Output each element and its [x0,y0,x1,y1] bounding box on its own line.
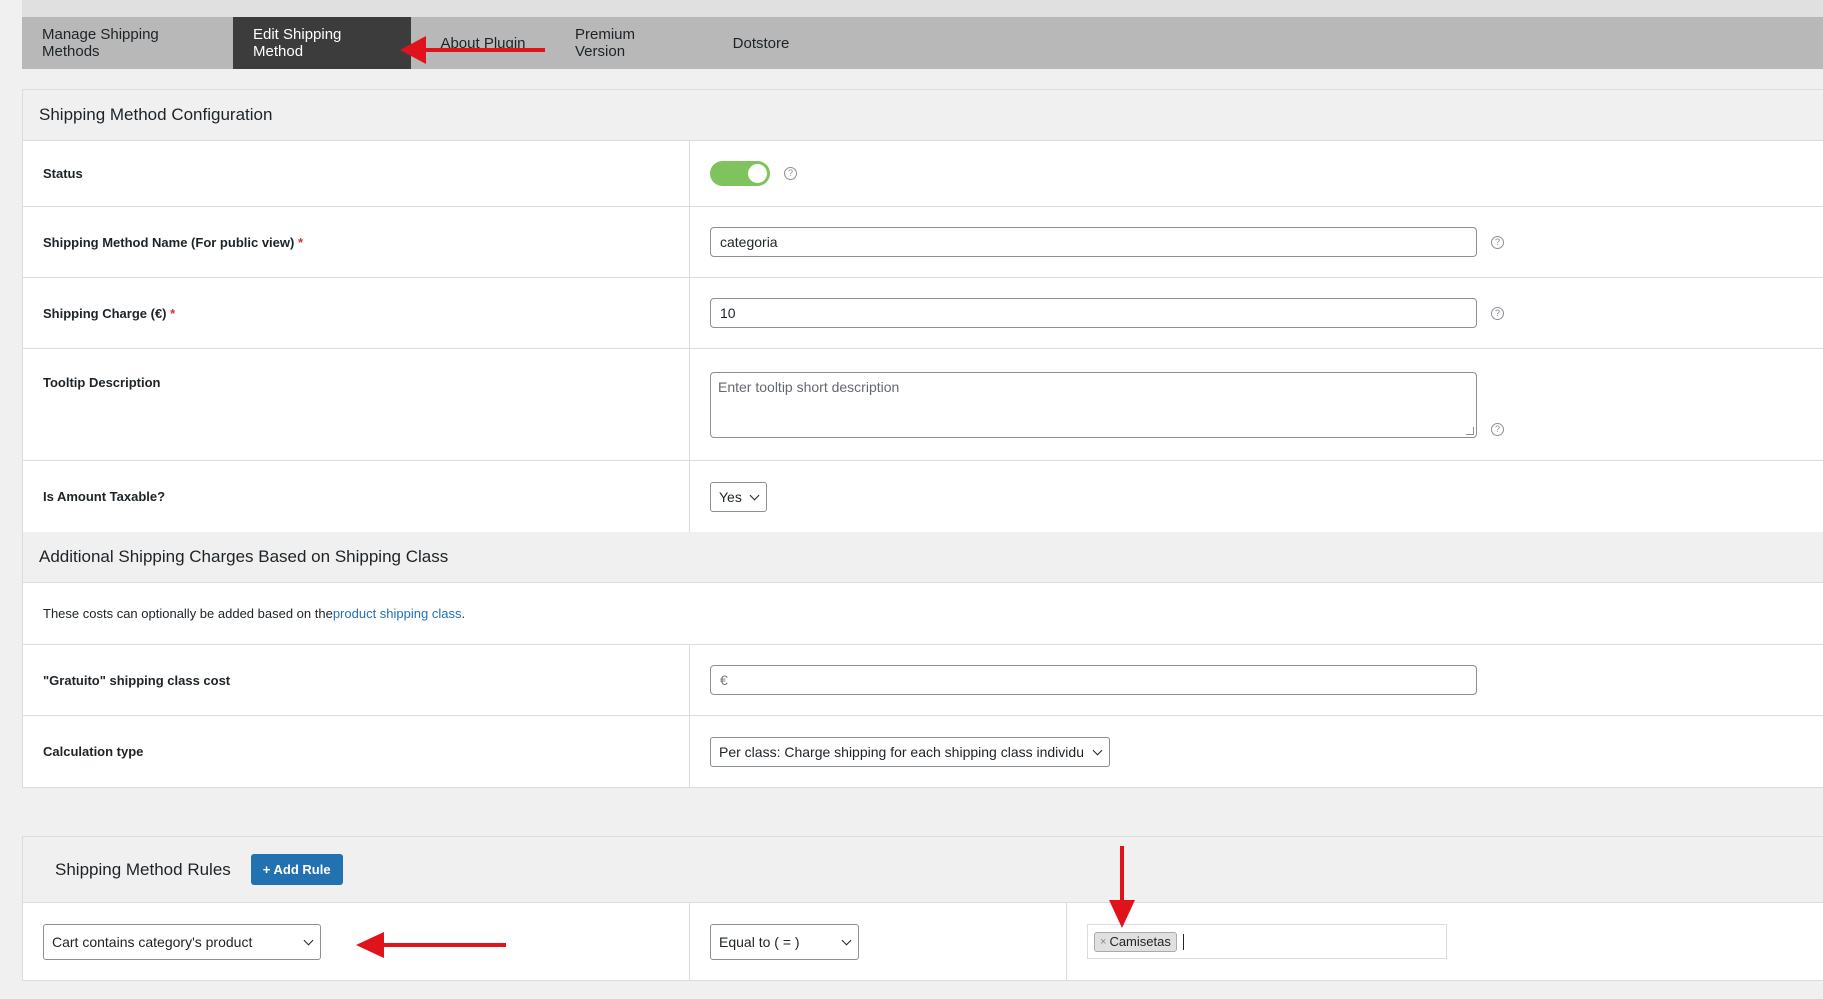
status-label-text: Status [43,166,83,181]
tab-label: Dotstore [732,34,790,52]
status-label: Status [23,141,690,206]
add-rule-button[interactable]: + Add Rule [250,854,343,885]
shipping-charge-row: Shipping Charge (€) * ? [23,278,1823,349]
tab-edit-shipping-method[interactable]: Edit Shipping Method [233,17,411,69]
rules-panel: Shipping Method Rules + Add Rule Cart co… [22,836,1823,981]
tag-label: Camisetas [1109,934,1171,949]
status-row: Status ? [23,141,1823,207]
status-toggle[interactable] [710,161,770,186]
toggle-knob [748,164,767,183]
shipping-charge-label: Shipping Charge (€) * [23,278,690,348]
taxable-label-text: Is Amount Taxable? [43,489,166,504]
rule-condition-value: Cart contains category's product [52,933,253,950]
rule-operator-value: Equal to ( = ) [719,933,800,950]
tab-premium-version[interactable]: Premium Version [555,17,705,69]
gratuito-label-text: "Gratuito" shipping class cost [43,672,231,688]
chevron-down-icon [303,935,314,945]
tab-label: About Plugin [440,34,526,52]
required-mark: * [297,234,304,250]
intro-text: These costs can optionally be added base… [43,606,333,621]
rule-operator-cell: Equal to ( = ) [690,903,1067,980]
additional-intro: These costs can optionally be added base… [23,583,485,644]
method-name-input[interactable] [710,227,1477,257]
text-caret [1182,933,1184,950]
tooltip-field: Enter tooltip short description ? [690,349,1823,460]
tab-manage-shipping-methods[interactable]: Manage Shipping Methods [22,17,233,69]
additional-charges-panel: Additional Shipping Charges Based on Shi… [22,532,1823,788]
tab-bar: Manage Shipping Methods Edit Shipping Me… [22,17,1823,69]
required-mark: * [170,305,176,321]
tab-label: Edit Shipping Method [253,26,342,60]
left-gutter [0,0,22,999]
tooltip-row: Tooltip Description Enter tooltip short … [23,349,1823,461]
taxable-row: Is Amount Taxable? Yes [23,461,1823,532]
calculation-type-select[interactable]: Per class: Charge shipping for each ship… [710,736,1110,767]
remove-tag-icon[interactable]: × [1100,936,1106,948]
configuration-panel: Shipping Method Configuration Status ? S… [22,89,1823,533]
method-name-label: Shipping Method Name (For public view) * [23,207,690,277]
shipping-charge-label-text: Shipping Charge (€) [43,305,167,321]
tab-label: Premium Version [575,26,636,60]
resize-grip-icon[interactable] [1466,426,1474,435]
tab-dotstore[interactable]: Dotstore [705,17,817,69]
rule-row: Cart contains category's product Equal t… [23,903,1823,980]
calculation-type-field: Per class: Charge shipping for each ship… [690,716,1823,787]
taxable-label: Is Amount Taxable? [23,461,690,532]
gratuito-cost-input[interactable] [710,665,1477,695]
gratuito-row: "Gratuito" shipping class cost [23,645,1823,716]
product-shipping-class-link[interactable]: product shipping class [333,606,462,621]
gratuito-field [690,645,1823,715]
calculation-type-row: Calculation type Per class: Charge shipp… [23,716,1823,787]
chevron-down-icon [1092,745,1103,755]
gratuito-label: "Gratuito" shipping class cost [23,645,690,715]
method-name-row: Shipping Method Name (For public view) *… [23,207,1823,278]
tooltip-textarea[interactable]: Enter tooltip short description [710,371,1477,438]
help-icon[interactable]: ? [1491,235,1504,249]
intro-suffix: . [461,606,466,621]
calculation-type-label-text: Calculation type [43,744,144,759]
calculation-type-value: Per class: Charge shipping for each ship… [719,743,1083,760]
configuration-title: Shipping Method Configuration [23,90,1823,141]
help-icon[interactable]: ? [784,167,797,180]
shipping-charge-input[interactable] [710,298,1477,328]
help-icon[interactable]: ? [1491,423,1504,436]
rule-condition-select[interactable]: Cart contains category's product [43,923,321,960]
calculation-type-label: Calculation type [23,716,690,787]
tooltip-label: Tooltip Description [23,349,690,460]
tooltip-placeholder: Enter tooltip short description [718,378,900,395]
taxable-select[interactable]: Yes [710,481,767,512]
rule-operator-select[interactable]: Equal to ( = ) [710,923,859,960]
taxable-field: Yes [690,461,1823,532]
chevron-down-icon [841,935,852,945]
additional-intro-row: These costs can optionally be added base… [23,583,1823,645]
method-name-label-text: Shipping Method Name (For public view) [43,234,295,250]
tab-label: Manage Shipping Methods [42,26,159,60]
method-name-field: ? [690,207,1823,277]
selected-tag: × Camisetas [1094,931,1177,952]
shipping-charge-field: ? [690,278,1823,348]
additional-charges-title: Additional Shipping Charges Based on Shi… [23,532,1823,583]
rule-value-multiselect[interactable]: × Camisetas [1087,924,1447,959]
help-icon[interactable]: ? [1491,306,1504,320]
status-field: ? [690,141,1823,206]
taxable-value: Yes [719,488,742,505]
tooltip-label-text: Tooltip Description [43,375,161,390]
rules-title: Shipping Method Rules [55,859,231,879]
rule-condition-cell: Cart contains category's product [23,903,690,980]
rule-value-cell: × Camisetas [1067,903,1823,980]
plugin-page: Manage Shipping Methods Edit Shipping Me… [22,0,1823,999]
chevron-down-icon [749,490,760,500]
rules-header: Shipping Method Rules + Add Rule [23,837,1823,903]
tab-about-plugin[interactable]: About Plugin [411,17,555,69]
